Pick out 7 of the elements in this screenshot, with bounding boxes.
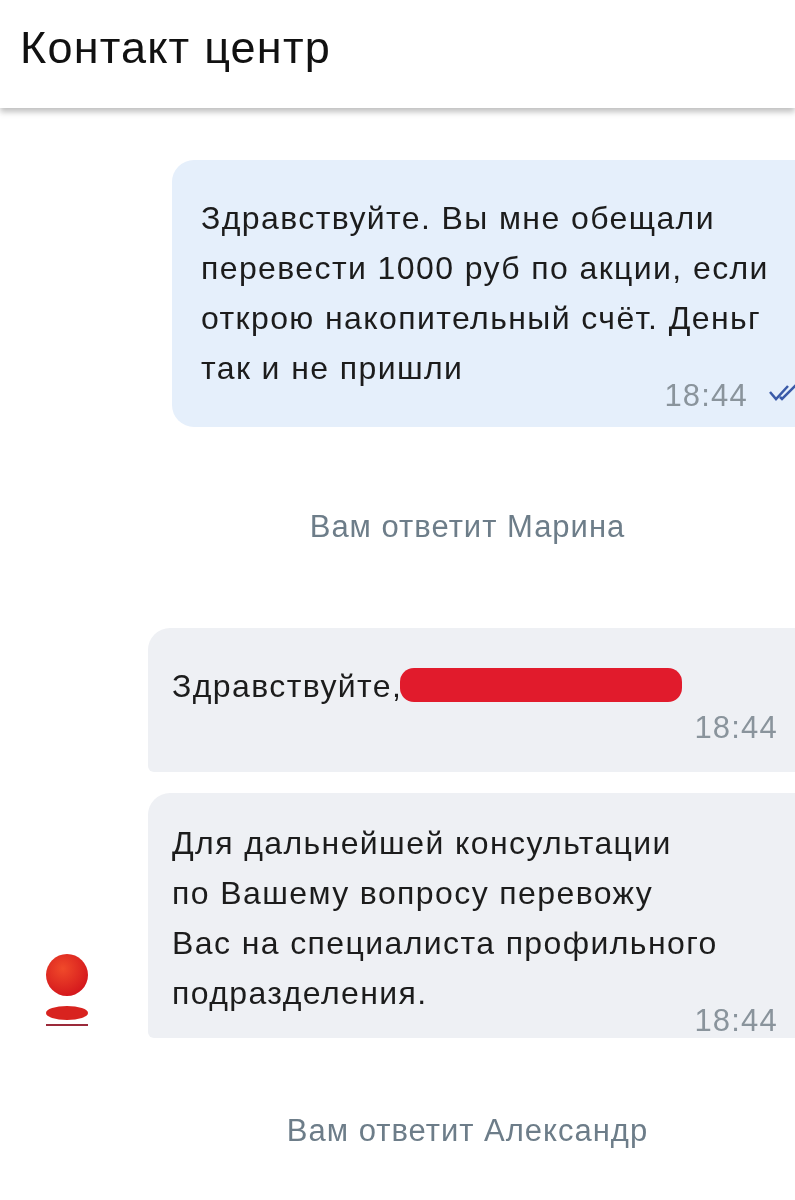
message-time: 18:44: [694, 1004, 778, 1038]
screen-title: Контакт центр: [20, 22, 331, 74]
message-time: 18:44: [664, 379, 748, 413]
system-notice: Вам ответит Александр: [286, 1113, 649, 1148]
message-text: Здравствуйте,: [172, 667, 403, 706]
message-time: 18:44: [694, 711, 778, 745]
system-notice: Вам ответит Марина: [309, 509, 626, 544]
